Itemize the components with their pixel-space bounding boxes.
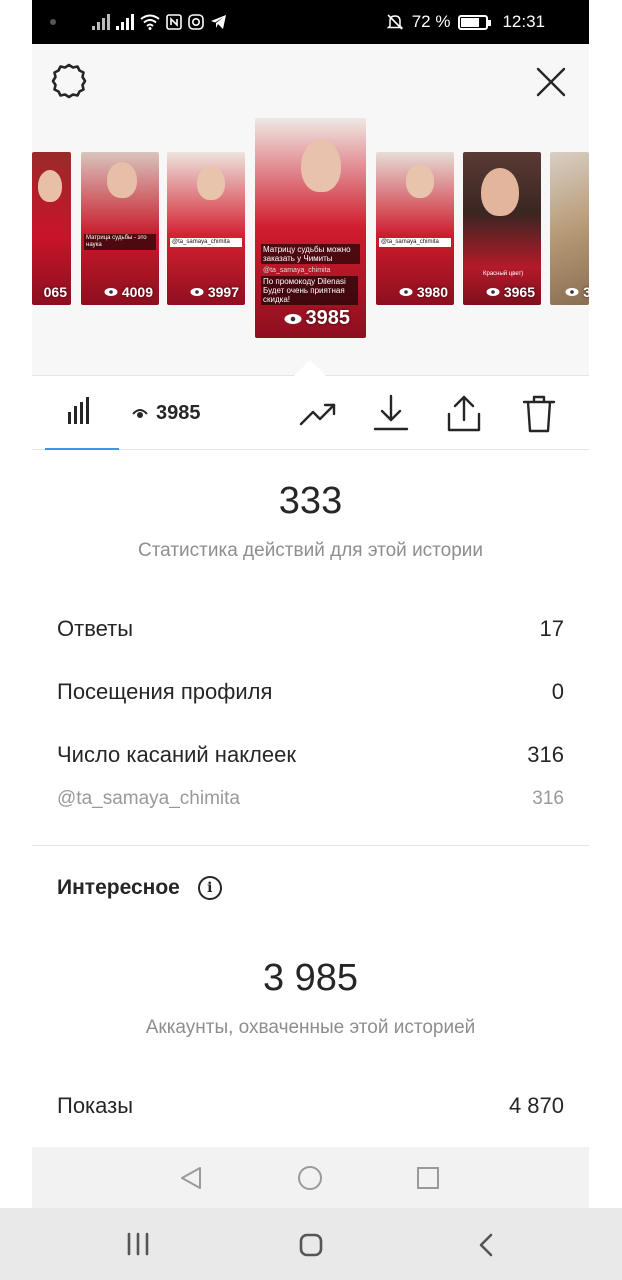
stat-value: 316 xyxy=(527,742,564,767)
camera-dot xyxy=(50,19,56,25)
stat-value: 17 xyxy=(539,616,564,641)
stat-value: 4 870 xyxy=(508,1093,564,1118)
battery-percent: 72 % xyxy=(411,12,451,31)
reach-caption: Аккаунты, охваченные этой историей xyxy=(145,1017,476,1038)
stat-row-replies: Ответы 17 xyxy=(57,616,564,642)
views-value: 3985 xyxy=(156,402,201,424)
trend-icon[interactable] xyxy=(298,394,338,434)
stat-value: 316 xyxy=(532,788,564,809)
story-views: 065 xyxy=(43,284,67,300)
story-caption: Красный цвет) xyxy=(483,271,524,277)
back-chevron-icon[interactable] xyxy=(476,1232,496,1258)
eye-icon xyxy=(399,288,413,296)
app-nav-bar xyxy=(32,1147,589,1208)
eye-icon xyxy=(132,408,148,418)
story-views: 4009 xyxy=(121,284,153,300)
stat-row-impressions: Показы 4 870 xyxy=(57,1093,564,1119)
story-views: 3 xyxy=(583,284,589,300)
battery-fill xyxy=(461,17,479,27)
story-caption: Матрицу судьбы можно заказать у Чимиты xyxy=(261,244,360,264)
stat-label: Посещения профиля xyxy=(57,679,273,704)
story-thumbnail[interactable]: 3 xyxy=(550,152,589,305)
stat-row-profile-visits: Посещения профиля 0 xyxy=(57,679,564,705)
stat-label: Показы xyxy=(57,1093,134,1118)
actions-total: 333 xyxy=(278,480,343,522)
story-toolbar: 3985 xyxy=(32,376,589,450)
trash-icon[interactable] xyxy=(519,394,559,434)
story-views: 3965 xyxy=(503,284,535,300)
story-thumbnail[interactable]: 065 xyxy=(32,152,71,305)
story-caption: @ta_samaya_chimita xyxy=(379,238,451,247)
eye-icon xyxy=(284,313,301,324)
phone-screen: 72 % 12:31 065 Матрица судьбы - это наук… xyxy=(32,0,589,1208)
close-icon[interactable] xyxy=(535,66,567,98)
discovery-header: Интересное i xyxy=(57,876,222,900)
stats-icon[interactable] xyxy=(60,392,100,432)
story-thumbnail[interactable]: @ta_samaya_chimita 3980 xyxy=(376,152,454,305)
stat-row-sticker-taps: Число касаний наклеек 316 xyxy=(57,742,564,768)
story-thumbnail[interactable]: Красный цвет) 3965 xyxy=(463,152,541,305)
reach-total: 3 985 xyxy=(262,957,359,999)
eye-icon xyxy=(190,288,204,296)
story-thumbnail-active[interactable]: Матрицу судьбы можно заказать у Чимиты @… xyxy=(255,118,366,338)
story-thumbnail[interactable]: @ta_samaya_chimita 3997 xyxy=(167,152,245,305)
story-views: 3985 xyxy=(305,307,351,329)
views-count[interactable]: 3985 xyxy=(132,402,201,425)
eye-icon xyxy=(486,288,500,296)
clock: 12:31 xyxy=(502,12,545,31)
download-icon[interactable] xyxy=(371,394,411,434)
stat-value: 0 xyxy=(551,679,564,704)
mute-icon xyxy=(386,14,404,30)
eye-icon xyxy=(565,288,579,296)
actions-caption: Статистика действий для этой истории xyxy=(137,540,484,561)
section-divider xyxy=(32,845,589,846)
stat-label: Число касаний наклеек xyxy=(57,742,296,767)
status-bar: 72 % 12:31 xyxy=(32,0,589,44)
stat-label: Ответы xyxy=(57,616,134,641)
battery-icon xyxy=(458,14,492,30)
story-viewer-header: 065 Матрица судьбы - это наука 4009 @ta_… xyxy=(32,44,589,378)
gear-icon[interactable] xyxy=(50,62,88,100)
right-margin xyxy=(590,0,622,1208)
eye-icon xyxy=(104,288,118,296)
active-tab-indicator xyxy=(45,448,119,450)
story-thumbnail[interactable]: Матрица судьбы - это наука 4009 xyxy=(81,152,159,305)
recents-bars-icon[interactable] xyxy=(125,1232,151,1256)
story-mention: @ta_samaya_chimita xyxy=(263,267,331,274)
nfc-icon xyxy=(166,14,182,30)
system-nav-bar xyxy=(0,1208,622,1280)
back-triangle-icon[interactable] xyxy=(178,1165,204,1191)
stat-label: @ta_samaya_chimita xyxy=(57,788,240,809)
stat-row-mention-sticker[interactable]: @ta_samaya_chimita 316 xyxy=(57,788,564,810)
recents-square-icon[interactable] xyxy=(416,1166,440,1190)
share-icon[interactable] xyxy=(444,394,484,434)
story-views: 3980 xyxy=(416,284,448,300)
story-promo: По промокоду Dilenasi Будет очень приятн… xyxy=(261,276,358,305)
home-icon[interactable] xyxy=(298,1232,324,1258)
signal-icon xyxy=(92,14,110,30)
section-title: Интересное xyxy=(57,876,180,899)
info-icon[interactable]: i xyxy=(197,876,222,900)
story-views: 3997 xyxy=(207,284,239,300)
story-caption: Матрица судьбы - это наука xyxy=(84,234,156,250)
signal-icon xyxy=(116,14,134,30)
telegram-icon xyxy=(211,15,226,29)
instagram-icon xyxy=(188,14,204,30)
wifi-icon xyxy=(140,14,160,30)
story-caption: @ta_samaya_chimita xyxy=(170,238,242,247)
home-circle-icon[interactable] xyxy=(297,1165,323,1191)
left-margin xyxy=(0,0,32,1208)
